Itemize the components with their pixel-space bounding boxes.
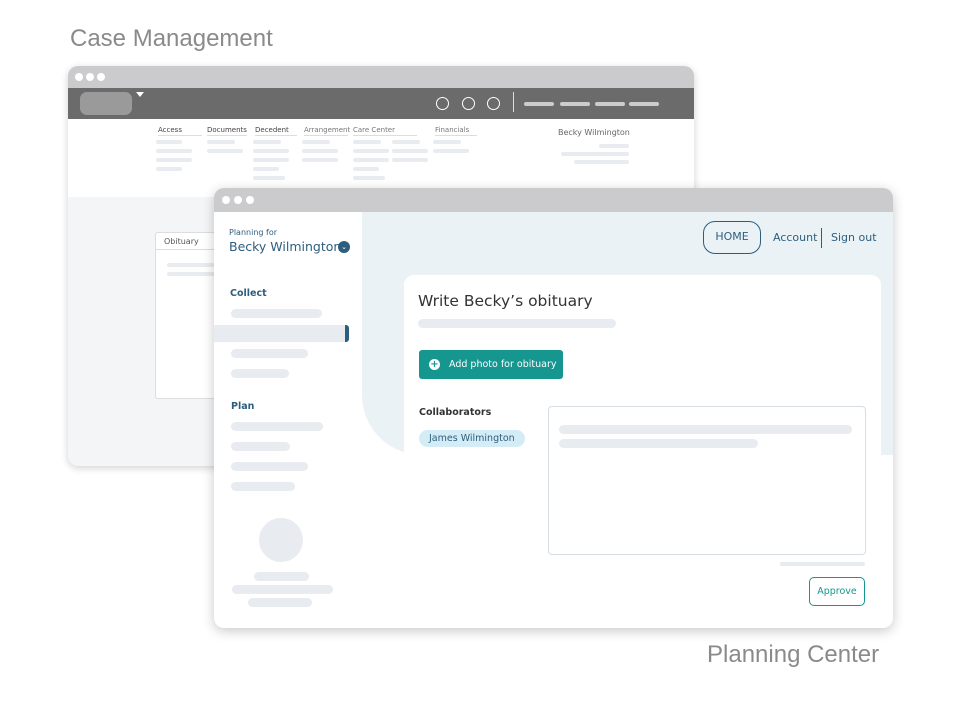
section-plan: Plan — [231, 401, 255, 412]
nav-item[interactable] — [231, 422, 323, 431]
nav-arrangement[interactable]: Arrangement — [304, 126, 350, 136]
nav-access[interactable]: Access — [158, 126, 202, 136]
collaborator-chip[interactable]: James Wilmington — [419, 430, 525, 447]
bell-icon[interactable] — [462, 97, 475, 110]
nav-item[interactable] — [231, 482, 295, 491]
nav-item[interactable] — [231, 462, 308, 471]
avatar — [259, 518, 303, 562]
sign-out-link[interactable]: Sign out — [831, 231, 877, 244]
obituary-card-title: Obituary — [164, 237, 199, 246]
title-bar — [68, 66, 694, 88]
add-photo-label: Add photo for obituary — [449, 359, 557, 370]
person-name[interactable]: Becky Wilmington — [229, 239, 341, 254]
chevron-down-icon[interactable]: ⌄ — [338, 241, 350, 253]
nav-item[interactable] — [231, 369, 289, 378]
clock-icon[interactable] — [487, 97, 500, 110]
user-name: Becky Wilmington — [558, 128, 630, 137]
section-collect: Collect — [230, 288, 267, 299]
approve-button[interactable]: Approve — [809, 577, 865, 606]
nav-item[interactable] — [231, 309, 322, 318]
add-photo-button[interactable]: + Add photo for obituary — [419, 350, 563, 379]
logo-placeholder[interactable] — [80, 92, 132, 115]
plus-icon: + — [429, 359, 440, 370]
case-management-label: Case Management — [70, 25, 273, 52]
nav-financials[interactable]: Financials — [435, 126, 477, 136]
nav-item[interactable] — [231, 349, 308, 358]
account-link[interactable]: Account — [773, 231, 817, 244]
nav-item-active[interactable] — [214, 325, 349, 342]
nav-item[interactable] — [231, 442, 290, 451]
top-toolbar — [68, 88, 694, 119]
planning-for-label: Planning for — [229, 228, 278, 237]
page-title: Write Becky’s obituary — [418, 292, 593, 310]
search-icon[interactable] — [436, 97, 449, 110]
nav-documents[interactable]: Documents — [207, 126, 247, 136]
home-button[interactable]: HOME — [703, 221, 761, 254]
title-bar — [214, 188, 893, 212]
nav-decedent[interactable]: Decedent — [255, 126, 297, 136]
planning-center-window: Planning for Becky Wilmington ⌄ Collect … — [214, 188, 893, 628]
content-card: Write Becky’s obituary + Add photo for o… — [404, 275, 881, 628]
planning-center-label: Planning Center — [707, 641, 880, 668]
nav-care-center[interactable]: Care Center — [353, 126, 417, 136]
collaborators-label: Collaborators — [419, 407, 492, 418]
chevron-down-icon[interactable] — [136, 92, 144, 97]
obituary-text-area[interactable] — [548, 406, 866, 555]
